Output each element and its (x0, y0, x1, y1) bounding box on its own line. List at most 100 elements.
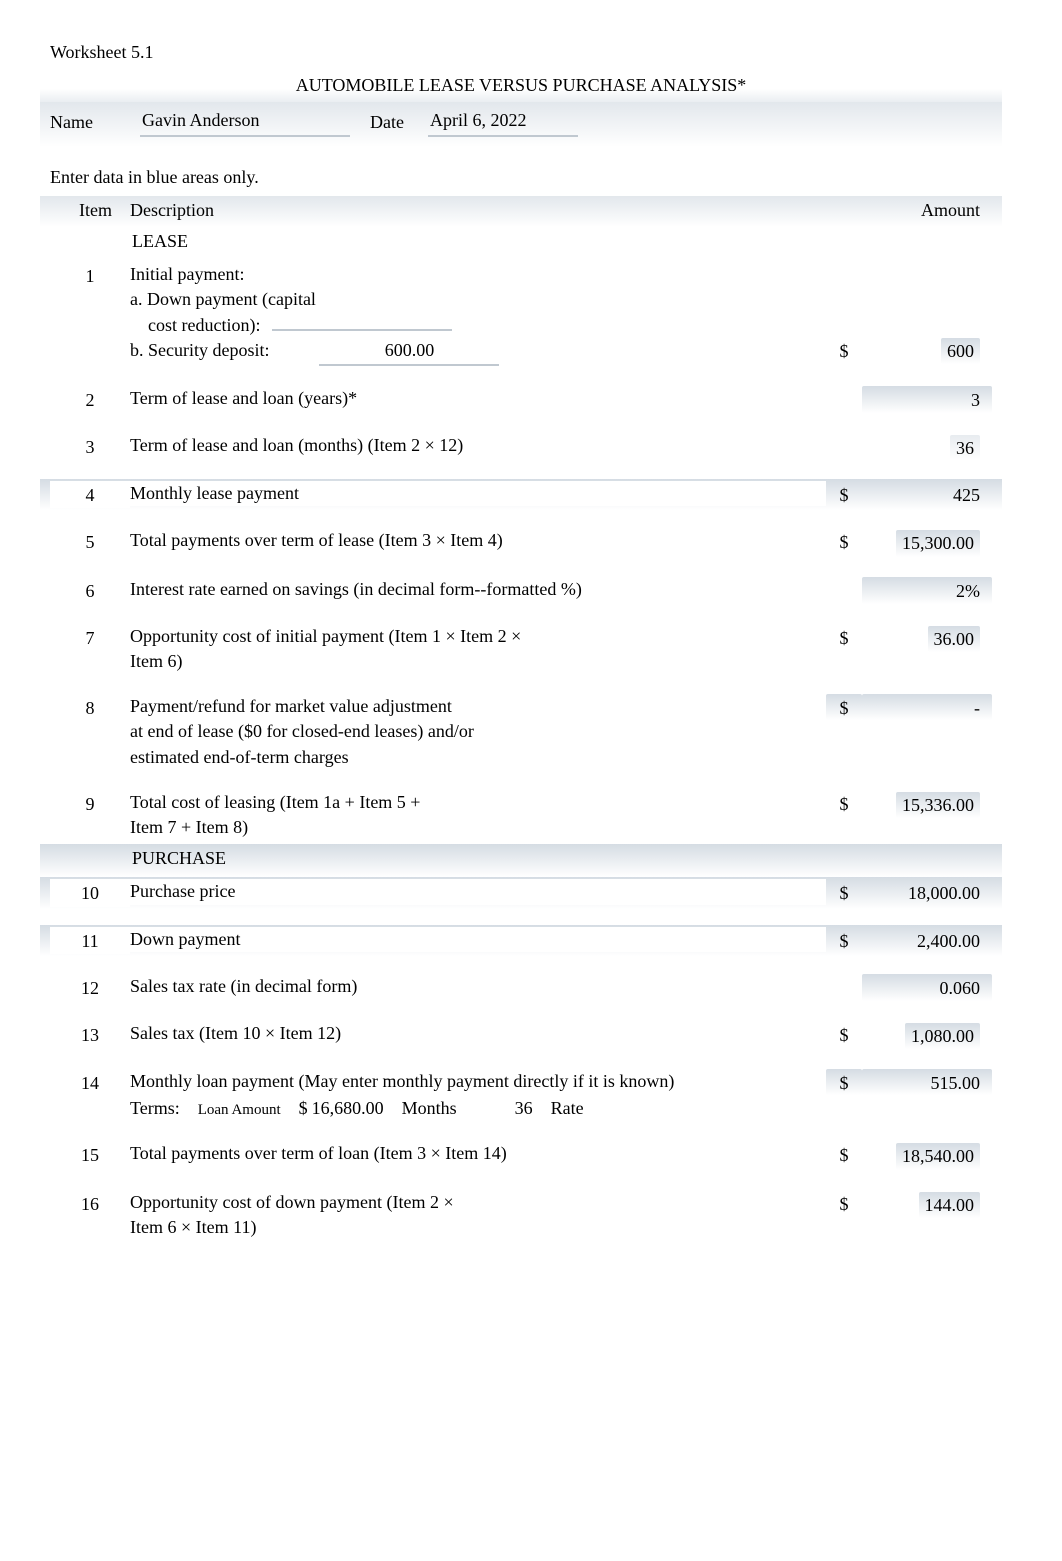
item12-amount[interactable]: 0.060 (940, 978, 981, 998)
name-value[interactable]: Gavin Anderson (140, 108, 350, 136)
name-date-row: Name Gavin Anderson Date April 6, 2022 (40, 102, 1002, 146)
worksheet-title: AUTOMOBILE LEASE VERSUS PURCHASE ANALYSI… (40, 69, 1002, 102)
item-number: 1 (50, 262, 130, 289)
worksheet-page: Worksheet 5.1 AUTOMOBILE LEASE VERSUS PU… (0, 0, 1062, 1282)
item1-desc: Initial payment: (130, 262, 814, 287)
item-number: 3 (50, 433, 130, 460)
item7-desc-line1: Opportunity cost of initial payment (Ite… (130, 624, 814, 649)
item5-desc: Total payments over term of lease (Item … (130, 528, 826, 553)
item12-desc: Sales tax rate (in decimal form) (130, 974, 826, 999)
item8-desc-line1: Payment/refund for market value adjustme… (130, 694, 814, 719)
item11-amount[interactable]: 2,400.00 (917, 931, 980, 951)
item4-desc: Monthly lease payment (130, 481, 826, 506)
col-amount-header: Amount (862, 198, 992, 223)
row-7: 7 Opportunity cost of initial payment (I… (40, 622, 1002, 676)
item2-desc: Term of lease and loan (years)* (130, 386, 826, 411)
months-value: 36 (515, 1096, 533, 1121)
item-number: 7 (50, 624, 130, 651)
row-3: 3 Term of lease and loan (months) (Item … (40, 431, 1002, 463)
item10-amount[interactable]: 18,000.00 (908, 883, 980, 903)
currency: $ (826, 790, 862, 817)
item13-desc: Sales tax (Item 10 × Item 12) (130, 1021, 826, 1046)
item-number: 11 (50, 927, 130, 954)
item6-amount[interactable]: 2% (956, 581, 980, 601)
lease-section-label: LEASE (40, 227, 1002, 260)
row-14: 14 Monthly loan payment (May enter month… (40, 1067, 1002, 1123)
row-12: 12 Sales tax rate (in decimal form) 0.06… (40, 972, 1002, 1003)
item-number: 9 (50, 790, 130, 817)
row-8: 8 Payment/refund for market value adjust… (40, 692, 1002, 772)
rate-label: Rate (551, 1096, 584, 1121)
item-desc: Initial payment: a. Down payment (capita… (130, 262, 826, 366)
item5-amount: 15,300.00 (896, 530, 980, 556)
item1b-input[interactable]: 600.00 (319, 338, 499, 366)
item7-desc-line2: Item 6) (130, 649, 814, 674)
currency: $ (826, 337, 862, 366)
item8-desc-line2: at end of lease ($0 for closed-end lease… (130, 719, 814, 744)
table-header: Item Description Amount (40, 196, 1002, 227)
item7-amount: 36.00 (928, 626, 981, 652)
item9-desc-line2: Item 7 + Item 8) (130, 815, 814, 840)
item-number: 2 (50, 386, 130, 413)
currency: $ (826, 528, 862, 555)
item-number: 12 (50, 974, 130, 1001)
item13-amount: 1,080.00 (905, 1023, 980, 1049)
months-label: Months (402, 1096, 457, 1121)
terms-label: Terms: (130, 1096, 180, 1121)
item4-amount[interactable]: 425 (953, 485, 980, 505)
row-1: 1 Initial payment: a. Down payment (capi… (40, 260, 1002, 368)
currency: $ (826, 1141, 862, 1168)
date-value[interactable]: April 6, 2022 (428, 108, 578, 136)
row-6: 6 Interest rate earned on savings (in de… (40, 575, 1002, 606)
item11-desc: Down payment (130, 927, 826, 952)
item8-desc: Payment/refund for market value adjustme… (130, 694, 826, 770)
item14-desc-line1: Monthly loan payment (May enter monthly … (130, 1069, 814, 1094)
item-number: 13 (50, 1021, 130, 1048)
loan-amount-value: 16,680.00 (312, 1096, 384, 1121)
row-9: 9 Total cost of leasing (Item 1a + Item … (40, 788, 1002, 842)
purchase-section-label: PURCHASE (40, 844, 1002, 877)
item9-amount: 15,336.00 (896, 792, 980, 818)
item8-amount[interactable]: - (974, 698, 980, 718)
item2-amount[interactable]: 3 (971, 390, 980, 410)
row-5: 5 Total payments over term of lease (Ite… (40, 526, 1002, 558)
item9-desc: Total cost of leasing (Item 1a + Item 5 … (130, 790, 826, 840)
item14-desc: Monthly loan payment (May enter monthly … (130, 1069, 826, 1121)
item3-amount: 36 (950, 435, 980, 461)
item1-amount: 600 (941, 338, 980, 364)
item14-amount[interactable]: 515.00 (931, 1073, 981, 1093)
item1a-input[interactable] (272, 313, 452, 331)
instruction-text: Enter data in blue areas only. (40, 165, 1002, 196)
currency: $ (826, 879, 862, 906)
item-number: 10 (50, 879, 130, 906)
item6-desc: Interest rate earned on savings (in deci… (130, 577, 826, 602)
item16-desc-line2: Item 6 × Item 11) (130, 1215, 814, 1240)
item-number: 5 (50, 528, 130, 555)
item8-desc-line3: estimated end-of-term charges (130, 745, 814, 770)
item1a-label: a. Down payment (capital (130, 287, 316, 312)
row-15: 15 Total payments over term of loan (Ite… (40, 1139, 1002, 1171)
worksheet-label: Worksheet 5.1 (40, 40, 1002, 65)
row-16: 16 Opportunity cost of down payment (Ite… (40, 1188, 1002, 1242)
item9-desc-line1: Total cost of leasing (Item 1a + Item 5 … (130, 790, 814, 815)
currency: $ (826, 694, 862, 720)
item-number: 14 (50, 1069, 130, 1096)
item1b-label: b. Security deposit: (130, 338, 269, 363)
item-number: 6 (50, 577, 130, 604)
name-label: Name (50, 110, 140, 135)
item16-desc-line1: Opportunity cost of down payment (Item 2… (130, 1190, 814, 1215)
item-number: 4 (50, 481, 130, 508)
row-10: 10 Purchase price $ 18,000.00 (40, 877, 1002, 908)
currency: $ (826, 1021, 862, 1048)
row-13: 13 Sales tax (Item 10 × Item 12) $ 1,080… (40, 1019, 1002, 1051)
item16-amount: 144.00 (919, 1192, 981, 1218)
currency: $ (826, 1190, 862, 1217)
loan-amount-cur: $ (299, 1096, 308, 1121)
item15-amount: 18,540.00 (896, 1143, 980, 1169)
loan-amount-label: Loan Amount (198, 1100, 281, 1121)
item-number: 8 (50, 694, 130, 721)
item-number: 16 (50, 1190, 130, 1217)
row-11: 11 Down payment $ 2,400.00 (40, 925, 1002, 956)
currency: $ (826, 624, 862, 651)
item3-desc: Term of lease and loan (months) (Item 2 … (130, 433, 826, 458)
